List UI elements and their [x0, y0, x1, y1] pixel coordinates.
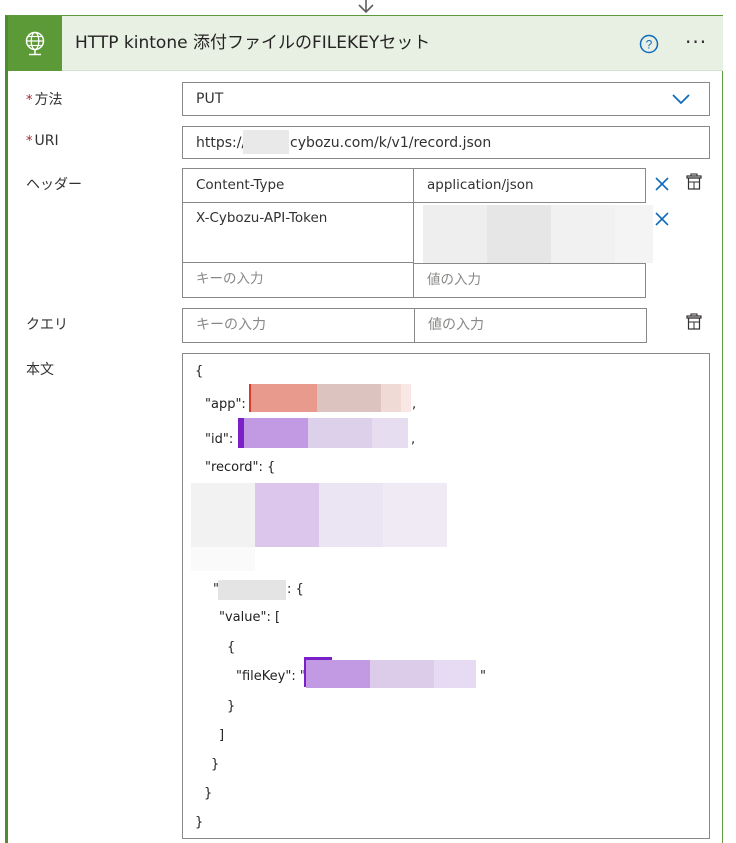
uri-label-text: URI [34, 133, 59, 149]
code-line: "record": { [205, 460, 276, 475]
method-label-text: 方法 [34, 92, 63, 108]
code-line: ] [219, 728, 225, 743]
redacted-region [383, 483, 447, 547]
redacted-token [244, 418, 308, 448]
code-line: "id": [205, 432, 234, 447]
query-value-placeholder: 値の入力 [428, 317, 484, 333]
redacted-region [487, 205, 551, 263]
redacted-token [434, 660, 476, 688]
code-line: } [227, 699, 236, 714]
redacted-region [191, 483, 255, 547]
close-icon[interactable] [654, 211, 670, 227]
body-label: 本文 [26, 362, 54, 378]
help-icon[interactable]: ? [639, 34, 659, 54]
method-select[interactable]: PUT [182, 82, 710, 116]
svg-text:?: ? [646, 38, 653, 52]
close-icon[interactable] [654, 176, 670, 192]
code-line: "fileKey": " [236, 669, 306, 684]
code-line: } [195, 815, 204, 830]
code-line: { [195, 364, 204, 379]
redacted-region [243, 130, 289, 154]
delete-table-icon[interactable] [685, 313, 703, 331]
code-line: "value": [ [219, 610, 281, 625]
header-key-text: Content-Type [196, 177, 285, 193]
body-textarea[interactable]: { "app": , "id": , "record": { " : { "va… [182, 353, 710, 839]
header-key-cell[interactable]: X-Cybozu-API-Token [182, 203, 414, 263]
code-line: " [480, 669, 486, 684]
chevron-down-icon[interactable] [671, 91, 691, 107]
more-options-icon[interactable]: ··· [685, 32, 715, 52]
code-line: { [227, 640, 236, 655]
action-icon-tile [8, 16, 62, 71]
query-key-placeholder: キーの入力 [196, 317, 266, 333]
code-line: , [412, 397, 417, 412]
uri-value-prefix: https:// [196, 135, 247, 151]
card-title: HTTP kintone 添付ファイルのFILEKEYセット [75, 33, 431, 53]
header-key-cell[interactable]: Content-Type [182, 168, 414, 203]
method-label: * 方法 [26, 89, 63, 109]
headers-table: Content-Type application/json X-Cybozu-A… [182, 168, 653, 298]
required-mark: * [26, 93, 33, 108]
code-line: , [411, 432, 416, 447]
query-value-input[interactable]: 値の入力 [415, 309, 646, 342]
redacted-token [317, 384, 381, 412]
redacted-region [319, 483, 383, 547]
redacted-token [370, 660, 434, 688]
query-table: キーの入力 値の入力 [182, 308, 647, 343]
redacted-token [401, 384, 411, 412]
header-key-input[interactable]: キーの入力 [182, 263, 414, 298]
uri-value-suffix: cybozu.com/k/v1/record.json [290, 135, 492, 151]
redacted-token [372, 418, 408, 448]
card-header[interactable]: HTTP kintone 添付ファイルのFILEKEYセット ? ··· [8, 16, 723, 71]
redacted-region [551, 205, 615, 263]
header-key-text: X-Cybozu-API-Token [196, 210, 328, 226]
redacted-token [306, 660, 370, 688]
headers-label: ヘッダー [26, 177, 82, 193]
redacted-token [308, 418, 372, 448]
uri-input[interactable]: https:// cybozu.com/k/v1/record.json [182, 126, 710, 159]
action-card: HTTP kintone 添付ファイルのFILEKEYセット ? ··· * 方法… [5, 15, 723, 843]
uri-label: * URI [26, 133, 59, 149]
code-line: "app": [205, 397, 246, 412]
header-value-placeholder: 値の入力 [427, 272, 481, 288]
redacted-field-name [218, 580, 286, 600]
connector-arrow-icon [358, 0, 374, 14]
redacted-token [251, 384, 317, 412]
redacted-region [255, 483, 319, 547]
header-value-cell[interactable] [414, 203, 653, 263]
code-line: : { [287, 582, 304, 597]
redacted-region [615, 205, 653, 263]
redacted-token [381, 384, 401, 412]
delete-table-icon[interactable] [685, 173, 703, 191]
redacted-region [423, 205, 487, 263]
method-value: PUT [196, 91, 224, 107]
code-line: } [211, 757, 220, 772]
header-value-input[interactable]: 値の入力 [414, 263, 646, 298]
header-value-cell[interactable]: application/json [414, 168, 646, 203]
globe-icon [25, 31, 45, 55]
query-label: クエリ [26, 317, 68, 333]
query-key-input[interactable]: キーの入力 [183, 309, 415, 342]
header-key-placeholder: キーの入力 [196, 271, 264, 287]
code-line: } [204, 786, 213, 801]
header-value-text: application/json [427, 177, 534, 193]
required-mark: * [26, 134, 33, 149]
redacted-region [191, 547, 255, 571]
